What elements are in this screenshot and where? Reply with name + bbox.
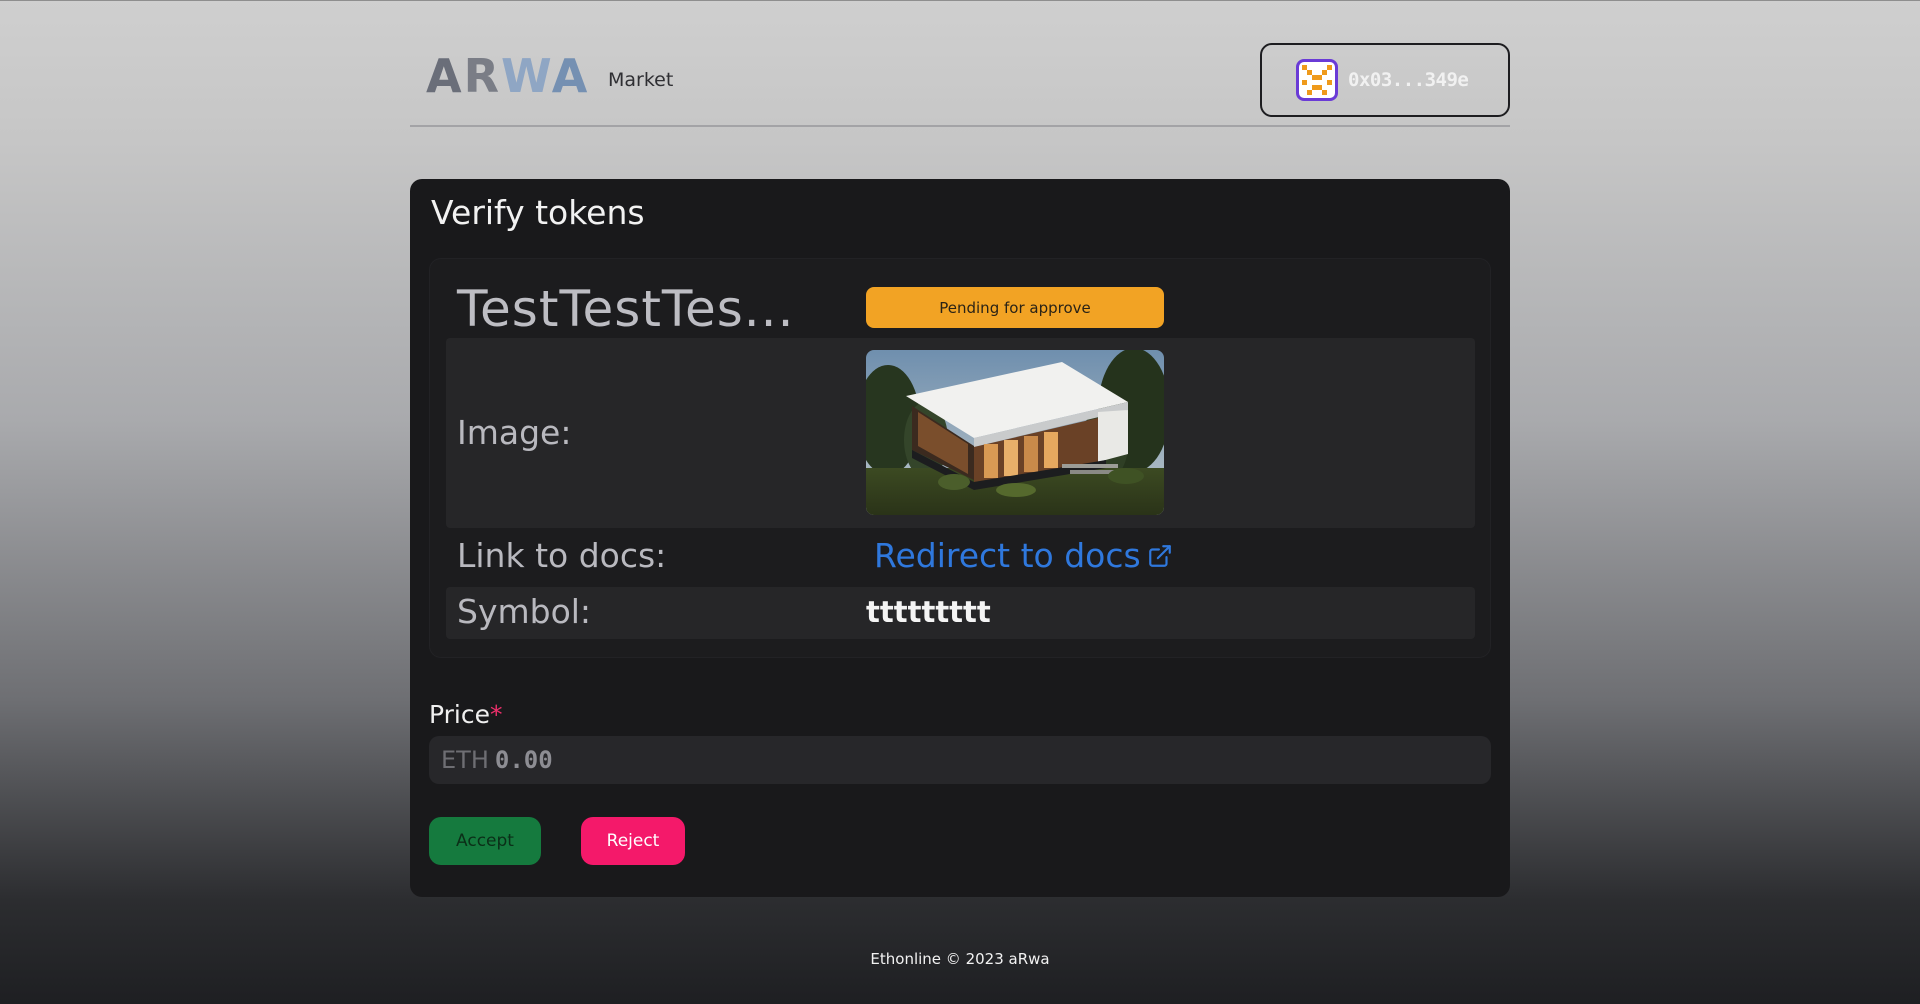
price-input[interactable] [494,746,1095,774]
wallet-button[interactable]: 0x03...349e [1260,43,1510,117]
required-mark: * [490,700,503,729]
docs-label: Link to docs: [457,536,667,575]
image-row: Image: [446,338,1475,528]
page-title: Verify tokens [431,193,645,232]
docs-row: Link to docs: Redirect to docs [446,528,1475,587]
symbol-label: Symbol: [457,592,592,631]
wallet-avatar-icon [1296,59,1338,101]
arwa-logo[interactable]: ARWA [426,53,589,99]
logo-letter-1: A [426,49,464,103]
symbol-value: ttttttttt [866,595,991,629]
footer-text: Ethonline © 2023 aRwa [870,950,1050,968]
reject-button[interactable]: Reject [581,817,685,865]
price-field[interactable]: ETH [429,736,1491,784]
symbol-row: Symbol: ttttttttt [446,587,1475,639]
verify-tokens-card: Verify tokens TestTestTes... Pending for… [410,179,1510,897]
wallet-address: 0x03...349e [1348,69,1469,91]
logo-letter-3: W [501,49,552,103]
nav-market-link[interactable]: Market [608,69,673,91]
logo-letter-4: A [551,49,590,103]
accept-button[interactable]: Accept [429,817,541,865]
token-details-panel: TestTestTes... Pending for approve Image… [429,258,1491,658]
price-unit: ETH [441,746,489,774]
external-link-icon [1148,545,1171,567]
token-image [866,350,1164,515]
token-name: TestTestTes... [457,280,795,338]
docs-link-text: Redirect to docs [874,536,1141,575]
status-badge: Pending for approve [866,287,1164,328]
site-header: ARWA Market 0x03...349e [410,1,1510,127]
price-label: Price* [429,700,503,729]
redirect-to-docs-link[interactable]: Redirect to docs [874,536,1173,575]
logo-letter-2: R [463,49,502,103]
image-label: Image: [457,413,572,452]
price-label-text: Price [429,700,490,729]
